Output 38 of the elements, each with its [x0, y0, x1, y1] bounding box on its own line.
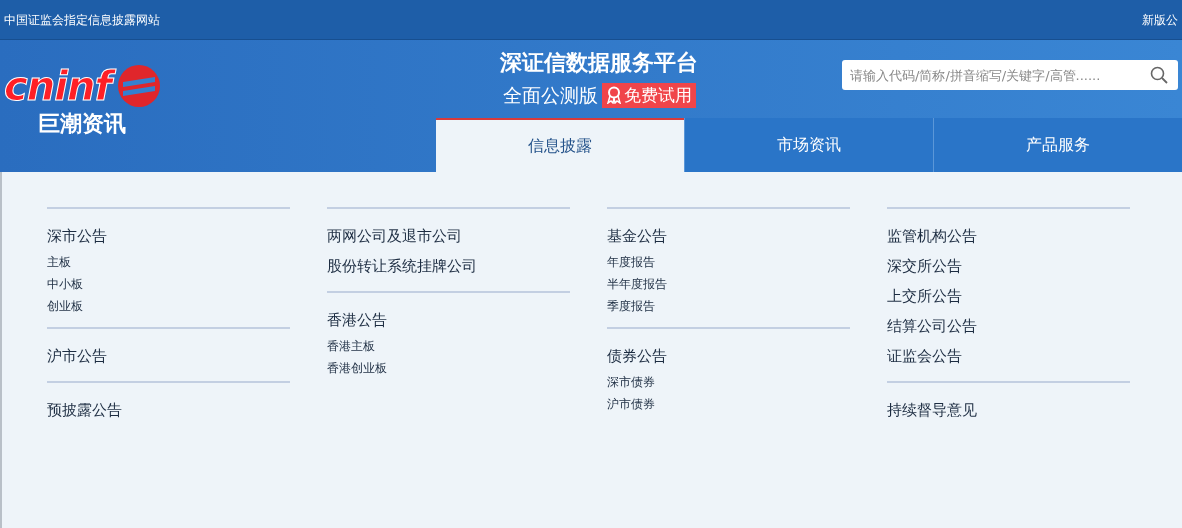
menu-subcategory-link[interactable]: 深市债券	[607, 371, 655, 393]
menu-subcategory-link[interactable]: 创业板	[47, 295, 83, 317]
menu-category-link[interactable]: 监管机构公告	[887, 221, 977, 251]
new-version-link[interactable]: 新版公	[1142, 10, 1178, 29]
menu-category-link[interactable]: 持续督导意见	[887, 395, 977, 425]
menu-subcategory-link[interactable]: 香港主板	[327, 335, 375, 357]
menu-category-link[interactable]: 债券公告	[607, 341, 667, 371]
search-field[interactable]: 请输入代码/简称/拼音缩写/关键字/高管......	[842, 60, 1178, 90]
menu-subcategory-link[interactable]: 半年度报告	[607, 273, 667, 295]
platform-subtitle: 全面公测版	[502, 83, 598, 108]
award-icon	[605, 86, 622, 105]
menu-subcategory-link[interactable]: 主板	[47, 251, 71, 273]
menu-category-link[interactable]: 沪市公告	[47, 341, 107, 371]
menu-subcategory-link[interactable]: 香港创业板	[327, 357, 387, 379]
search-icon[interactable]	[1150, 66, 1168, 84]
logo-wordmark: cninf	[4, 62, 119, 110]
nav-tab[interactable]: 市场资讯	[684, 118, 933, 172]
menu-category-link[interactable]: 两网公司及退市公司	[327, 221, 462, 251]
logo-chinese: 巨潮资讯	[38, 110, 126, 138]
nav-tab[interactable]: 产品服务	[933, 118, 1182, 172]
menu-category-link[interactable]: 深市公告	[47, 221, 107, 251]
menu-subcategory-link[interactable]: 季度报告	[607, 295, 655, 317]
top-bar-text: 中国证监会指定信息披露网站	[4, 11, 160, 29]
menu-category-link[interactable]: 香港公告	[327, 305, 387, 335]
menu-subcategory-link[interactable]: 中小板	[47, 273, 83, 295]
logo-icon	[116, 64, 161, 108]
menu-subcategory-link[interactable]: 年度报告	[607, 251, 655, 273]
menu-category-link[interactable]: 证监会公告	[887, 341, 962, 371]
menu-category-link[interactable]: 上交所公告	[887, 281, 962, 311]
free-trial-badge[interactable]: 免费试用	[601, 82, 696, 108]
menu-category-link[interactable]: 基金公告	[607, 221, 667, 251]
platform-title: 深证信数据服务平台	[500, 49, 698, 77]
menu-subcategory-link[interactable]: 沪市债券	[607, 393, 655, 415]
menu-category-link[interactable]: 深交所公告	[887, 251, 962, 281]
menu-category-link[interactable]: 结算公司公告	[887, 311, 977, 341]
menu-category-link[interactable]: 股份转让系统挂牌公司	[327, 251, 477, 281]
menu-category-link[interactable]: 预披露公告	[47, 395, 122, 425]
nav-tab[interactable]: 信息披露	[436, 118, 684, 172]
